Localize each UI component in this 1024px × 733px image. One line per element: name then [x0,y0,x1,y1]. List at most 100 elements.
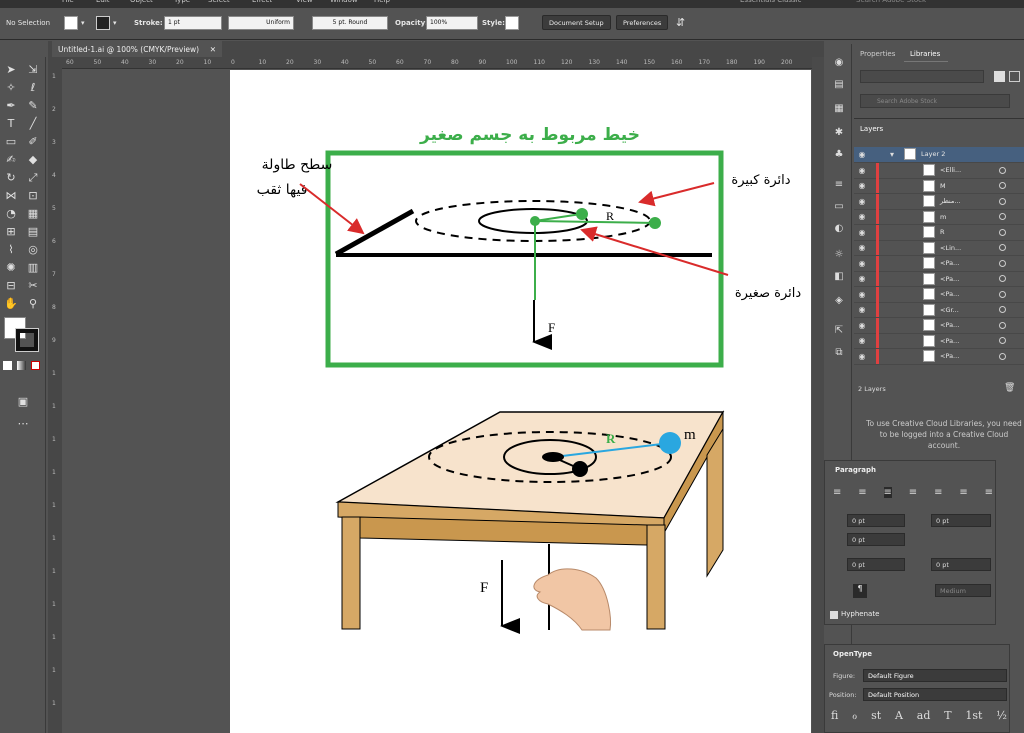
perspective-grid-icon[interactable]: ▦ [26,207,40,221]
eye-icon[interactable]: ◉ [854,197,870,206]
curvature-tool-icon[interactable]: ✎ [26,99,40,113]
rtl-direction-icon[interactable]: ¶ [853,584,867,598]
target-icon[interactable] [999,337,1006,345]
rectangle-tool-icon[interactable]: ▭ [4,135,18,149]
color-panel-icon[interactable]: ◉ [832,56,846,70]
eye-icon[interactable]: ◉ [854,305,870,314]
layer-item-row[interactable]: ◉ m [854,209,1024,225]
scale-tool-icon[interactable]: ⤢ [26,171,40,185]
target-icon[interactable] [999,213,1006,221]
opentype-glyph-button[interactable]: st [871,709,881,722]
layer-item-row[interactable]: ◉ M [854,178,1024,194]
eye-icon[interactable]: ◉ [854,274,870,283]
opentype-glyph-button[interactable]: A [895,709,903,722]
align-right-icon[interactable]: ≡ [883,487,892,498]
shaper-tool-icon[interactable]: ✍ [4,153,18,167]
eye-icon[interactable]: ◉ [854,150,870,159]
first-line-indent-field[interactable]: 0 pt [847,533,905,546]
layer-item-row[interactable]: ◉ <Pa... [854,348,1024,365]
direct-selection-tool-icon[interactable]: ⇲ [26,63,40,77]
rotate-tool-icon[interactable]: ↻ [4,171,18,185]
free-transform-icon[interactable]: ⊡ [26,189,40,203]
eye-icon[interactable]: ◉ [854,352,870,361]
line-tool-icon[interactable]: ╱ [26,117,40,131]
opacity-field[interactable]: 100% [426,15,478,30]
layer-item-row[interactable]: ◉ <Lin... [854,240,1024,256]
list-view-icon[interactable] [1009,71,1020,82]
slice-tool-icon[interactable]: ✂ [26,279,40,293]
stock-search-input[interactable]: Search Adobe Stock [860,94,1010,108]
eye-icon[interactable]: ◉ [854,290,870,299]
eraser-icon[interactable]: ◆ [26,153,40,167]
eye-icon[interactable]: ◉ [854,181,870,190]
layer-row-main[interactable]: ◉ ▾ Layer 2 [854,147,1024,163]
close-icon[interactable]: ✕ [210,45,216,54]
symbol-sprayer-icon[interactable]: ✺ [4,261,18,275]
chevron-down-icon[interactable]: ▾ [113,19,117,27]
grid-view-icon[interactable] [994,71,1005,82]
tab-libraries[interactable]: Libraries [904,46,948,62]
hyphenate-checkbox[interactable] [830,611,838,619]
target-icon[interactable] [999,321,1006,329]
gradient-panel-icon[interactable]: ▭ [832,200,846,214]
menu-item[interactable]: Edit [96,0,110,4]
target-icon[interactable] [999,259,1006,267]
justify-left-icon[interactable]: ≡ [909,487,917,498]
opentype-glyph-button[interactable]: ½ [996,709,1007,722]
image-trace-icon[interactable]: ▦ [832,102,846,116]
shape-builder-icon[interactable]: ◔ [4,207,18,221]
hand-tool-icon[interactable]: ✋ [4,297,18,311]
target-icon[interactable] [999,306,1006,314]
stroke-swatch[interactable] [96,15,110,30]
stock-search-field[interactable]: Search Adobe Stock [856,0,926,4]
type-tool-icon[interactable]: T [4,117,18,131]
eye-icon[interactable]: ◉ [854,321,870,330]
layer-item-row[interactable]: ◉ <Elli... [854,162,1024,179]
justify-center-icon[interactable]: ≡ [934,487,942,498]
menu-item[interactable]: File [62,0,74,4]
opentype-glyph-button[interactable]: 1st [965,709,982,722]
screen-mode-icon[interactable]: ▣ [16,395,30,409]
figure-dropdown[interactable]: Default Figure [863,669,1007,682]
brushes-icon[interactable]: ✱ [832,126,846,140]
layer-item-row[interactable]: ◉ <Pa... [854,255,1024,272]
eye-icon[interactable]: ◉ [854,336,870,345]
layer-item-row[interactable]: ◉ منظر... [854,193,1024,210]
eye-icon[interactable]: ◉ [854,166,870,175]
fill-swatch[interactable] [64,15,78,30]
stroke-color-swatch[interactable] [15,328,39,352]
eyedropper-icon[interactable]: ⌇ [4,243,18,257]
space-before-field[interactable]: 0 pt [847,558,905,571]
eye-icon[interactable]: ◉ [854,212,870,221]
eye-icon[interactable]: ◉ [854,228,870,237]
preferences-button[interactable]: Preferences [616,15,669,30]
align-left-icon[interactable]: ≡ [833,487,841,498]
justify-right-icon[interactable]: ≡ [959,487,967,498]
menu-item[interactable]: Select [208,0,230,4]
opentype-glyph-button[interactable]: T [944,709,951,722]
left-indent-field[interactable]: 0 pt [847,514,905,527]
artboards-icon[interactable]: ⧉ [832,346,846,360]
layer-item-row[interactable]: ◉ <Pa... [854,286,1024,303]
artboard-tool-icon[interactable]: ⊟ [4,279,18,293]
layer-item-row[interactable]: ◉ R [854,224,1024,241]
eye-icon[interactable]: ◉ [854,259,870,268]
space-after-field[interactable]: 0 pt [931,558,991,571]
kashida-dropdown[interactable]: Medium [935,584,991,597]
layer-item-row[interactable]: ◉ <Gr... [854,302,1024,318]
layer-item-row[interactable]: ◉ <Pa... [854,317,1024,334]
layer-item-row[interactable]: ◉ <Pa... [854,333,1024,349]
color-mode-icon[interactable] [3,361,12,370]
selection-tool-icon[interactable]: ➤ [4,63,18,77]
justify-all-icon[interactable]: ≡ [985,487,993,498]
menu-item[interactable]: Effect [252,0,272,4]
target-icon[interactable] [999,182,1006,190]
graphic-styles-icon[interactable]: ◧ [832,270,846,284]
tab-properties[interactable]: Properties [860,50,895,58]
layer-item-row[interactable]: ◉ <Pa... [854,271,1024,287]
more-tools-icon[interactable]: ⋯ [16,417,30,431]
document-tab[interactable]: Untitled-1.ai @ 100% (CMYK/Preview) ✕ [52,41,222,57]
brush-definition[interactable]: 5 pt. Round [312,15,388,30]
appearance-icon[interactable]: ☼ [832,248,846,262]
trash-icon[interactable]: 🗑 [1004,383,1015,393]
